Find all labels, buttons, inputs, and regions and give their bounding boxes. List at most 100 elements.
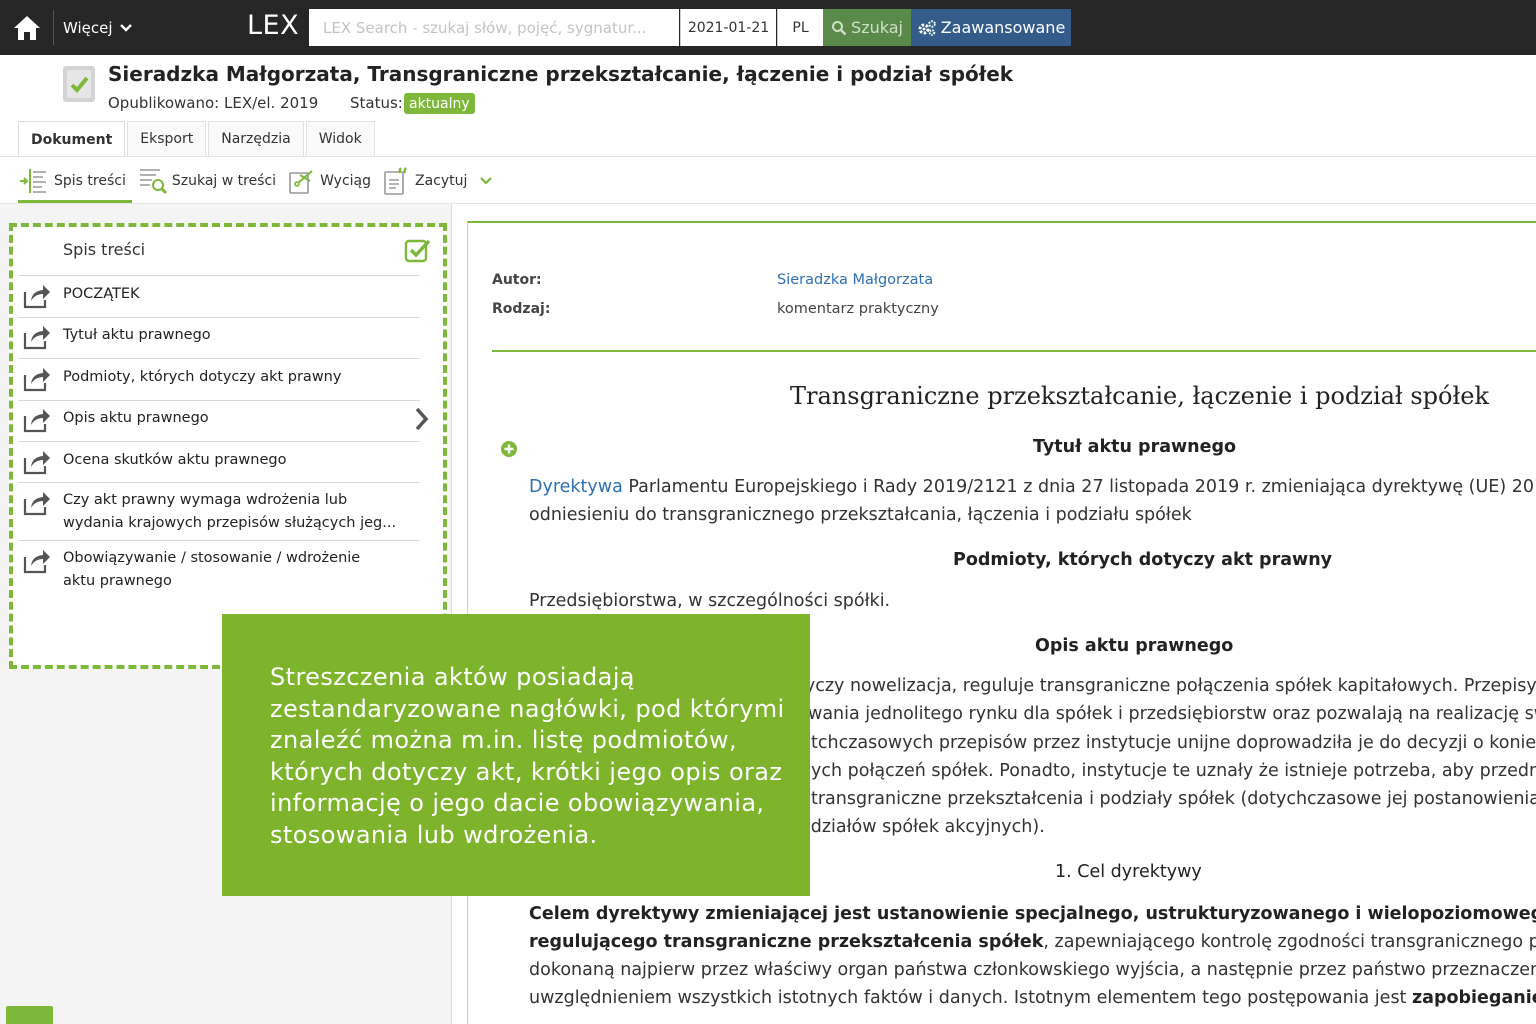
ribbon-tabs: Dokument Eksport Narzędzia Widok: [18, 121, 377, 157]
extract-button[interactable]: Wyciąg: [288, 160, 371, 202]
section-title-heading: Tytuł aktu prawnego: [1033, 437, 1237, 457]
description-line: ych połączeń spółek. Ponadto, instytucje…: [811, 761, 1536, 781]
advanced-button-label: Zaawansowane: [940, 18, 1066, 37]
search-button[interactable]: Szukaj: [823, 9, 911, 46]
toc-item-label: Ocena skutków aktu prawnego: [63, 452, 287, 468]
goal-line4: uwzględnieniem wszystkich istotnych fakt…: [529, 984, 1536, 1012]
document-title: Sieradzka Małgorzata, Transgraniczne prz…: [108, 62, 1014, 86]
author-label: Autor:: [492, 272, 542, 288]
tab-widok[interactable]: Widok: [305, 121, 375, 156]
share-arrow-icon: [23, 368, 50, 392]
content-divider: [492, 350, 1536, 352]
title-paragraph-line2: odniesieniu do transgranicznego przekszt…: [529, 505, 1192, 525]
tab-eksport[interactable]: Eksport: [127, 121, 207, 156]
language-selector[interactable]: PL: [777, 9, 823, 46]
toc-separator: [18, 482, 420, 483]
search-icon: [832, 20, 847, 35]
goal-line1: Celem dyrektywy zmieniającej jest ustano…: [529, 900, 1536, 928]
document-toolbar: Spis treści Szukaj w treści Wyciąg Zacyt…: [18, 160, 493, 203]
search-in-text-icon: [139, 169, 167, 195]
top-bar: Więcej LEX 2021-01-21 PL Szukaj Zaawanso…: [0, 0, 1536, 55]
chevron-down-icon: [480, 177, 493, 185]
toc-item-label: Podmioty, których dotyczy akt prawny: [63, 369, 342, 385]
toc-button-label: Spis treści: [54, 173, 126, 189]
toc-button[interactable]: Spis treści: [18, 160, 132, 203]
lex-app: Więcej LEX 2021-01-21 PL Szukaj Zaawanso…: [0, 0, 1536, 1024]
callout-text: Streszczenia aktów posiadają zestandaryz…: [270, 663, 785, 849]
toc-item-label: Opis aktu prawnego: [63, 410, 209, 426]
toc-item-podmioty[interactable]: Podmioty, których dotyczy akt prawny: [18, 365, 420, 400]
share-arrow-icon: [23, 409, 50, 433]
extract-label: Wyciąg: [320, 173, 372, 189]
toc-item-poczatek[interactable]: POCZĄTEK: [18, 282, 420, 317]
date-field[interactable]: 2021-01-21: [680, 9, 776, 46]
status-label: Status:: [350, 94, 403, 112]
toc-item-label-line2: wydania krajowych przepisów służących je…: [63, 515, 397, 531]
tabs-divider: [0, 156, 1536, 157]
cite-button[interactable]: Zacytuj: [383, 160, 467, 202]
scissors-document-icon: [289, 170, 313, 194]
description-line: tchczasowych przepisów przez instytucje …: [811, 733, 1536, 753]
search-in-content-button[interactable]: Szukaj w treści: [138, 160, 276, 202]
toc-header: Spis treści: [63, 240, 146, 259]
share-arrow-icon: [23, 285, 50, 309]
goal-line4-text: uwzględnieniem wszystkich istotnych fakt…: [529, 988, 1412, 1008]
toc-item-opis[interactable]: Opis aktu prawnego: [18, 406, 429, 441]
toc-separator: [18, 317, 420, 318]
tab-dokument[interactable]: Dokument: [18, 121, 126, 157]
plus-circle-icon[interactable]: [500, 440, 518, 458]
goal-line4-bold: zapobieganie: [1411, 988, 1536, 1008]
share-arrow-icon: [23, 550, 50, 574]
description-line: transgraniczne przekształcenia i podział…: [811, 789, 1536, 809]
subjects-paragraph: Przedsiębiorstwa, w szczególności spółki…: [529, 591, 891, 611]
goal-line1-bold: Celem dyrektywy zmieniającej jest ustano…: [529, 904, 1536, 924]
description-line: tyczy nowelizacja, reguluje transgranicz…: [798, 676, 1536, 696]
lex-logo[interactable]: LEX: [247, 10, 299, 41]
toc-item-tytul[interactable]: Tytuł aktu prawnego: [18, 323, 420, 358]
share-arrow-icon: [23, 326, 50, 350]
toc-item-obowiazywanie[interactable]: Obowiązywanie / stosowanie / wdrożenie a…: [18, 547, 420, 599]
search-in-content-label: Szukaj w treści: [171, 173, 277, 189]
toolbar-more-button[interactable]: [479, 160, 493, 202]
toc-separator: [18, 540, 420, 541]
goal-line2-text: , zapewniającego kontrolę zgodności tran…: [1043, 932, 1536, 952]
search-button-label: Szukaj: [851, 18, 903, 37]
published-info: Opublikowano: LEX/el. 2019: [108, 94, 319, 112]
toc-icon: [20, 169, 46, 193]
gears-icon: [918, 19, 936, 36]
goal-line2-bold: regulującego transgraniczne przekształce…: [529, 932, 1044, 952]
title-line1-text: Parlamentu Europejskiego i Rady 2019/212…: [622, 477, 1536, 497]
toc-item-label-line1: Czy akt prawny wymaga wdrożenia lub: [63, 492, 348, 508]
cite-label: Zacytuj: [415, 173, 468, 189]
document-check-icon: [63, 66, 95, 102]
toc-item-label-line2: aktu prawnego: [63, 573, 172, 589]
info-callout: Streszczenia aktów posiadają zestandaryz…: [222, 614, 810, 896]
type-value: komentarz praktyczny: [777, 301, 939, 317]
toc-separator: [18, 275, 420, 276]
home-button[interactable]: [0, 0, 54, 55]
goal-line3: dokonaną najpierw przez właściwy organ p…: [529, 960, 1536, 980]
home-icon: [14, 15, 40, 40]
chevron-right-icon[interactable]: [413, 406, 431, 432]
tab-narzedzia[interactable]: Narzędzia: [208, 121, 304, 156]
share-arrow-icon: [23, 451, 50, 475]
toc-item-label: POCZĄTEK: [63, 286, 140, 302]
toc-item-label-line1: Obowiązywanie / stosowanie / wdrożenie: [63, 550, 361, 566]
advanced-search-button[interactable]: Zaawansowane: [911, 9, 1071, 46]
quote-document-icon: [384, 167, 407, 195]
toc-item-label: Tytuł aktu prawnego: [63, 327, 211, 343]
toc-item-wdrozenie[interactable]: Czy akt prawny wymaga wdrożenia lub wyda…: [18, 489, 420, 541]
settings-button[interactable]: [6, 1006, 53, 1024]
checkbox-checked-icon[interactable]: [404, 237, 432, 263]
toc-separator: [18, 441, 420, 442]
document-heading: Transgraniczne przekształcanie, łączenie…: [790, 382, 1489, 410]
more-label: Więcej: [63, 18, 113, 37]
dyrektywa-link[interactable]: Dyrektywa: [529, 477, 623, 497]
author-link[interactable]: Sieradzka Małgorzata: [777, 272, 933, 288]
goal-line2: regulującego transgraniczne przekształce…: [529, 928, 1536, 956]
toc-item-ocena[interactable]: Ocena skutków aktu prawnego: [18, 448, 420, 483]
more-menu-button[interactable]: Więcej: [63, 0, 133, 55]
description-line: odziałów spółek akcyjnych).: [800, 817, 1045, 837]
search-input[interactable]: [309, 9, 679, 46]
description-line: wania jednolitego rynku dla spółek i prz…: [808, 704, 1536, 724]
